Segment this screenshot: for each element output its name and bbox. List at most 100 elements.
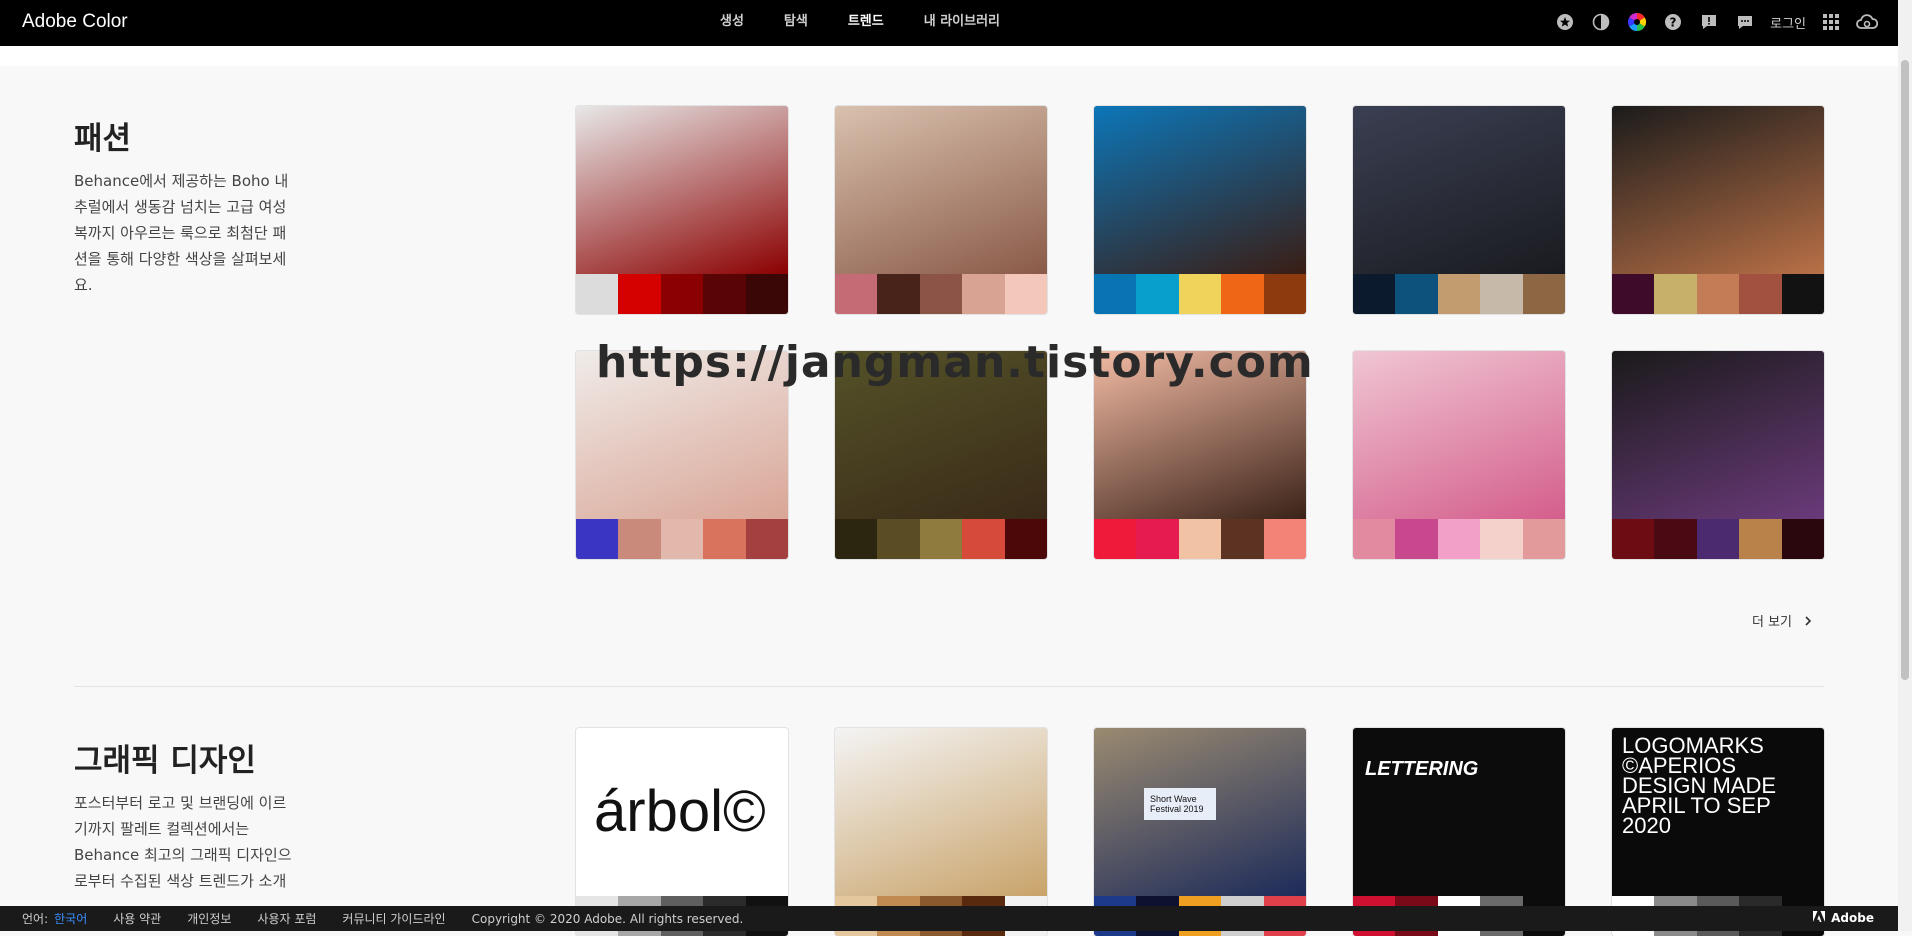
- page-scrollbar[interactable]: [1898, 0, 1912, 931]
- palette-image: [576, 106, 788, 274]
- contrast-icon[interactable]: [1590, 11, 1612, 33]
- more-link[interactable]: 더 보기: [1752, 611, 1812, 630]
- graphic-section-description: 포스터부터 로고 및 브랜딩에 이르기까지 팔레트 컬렉션에서는 Behance…: [74, 794, 292, 890]
- color-swatch[interactable]: [1522, 519, 1565, 559]
- color-swatch[interactable]: [1654, 519, 1697, 559]
- graphic-palette-card[interactable]: [835, 728, 1047, 936]
- color-swatch[interactable]: [1739, 519, 1782, 559]
- graphic-palette-card[interactable]: Short Wave Festival 2019: [1094, 728, 1306, 936]
- color-swatch[interactable]: [1781, 519, 1824, 559]
- color-swatch[interactable]: [919, 274, 963, 314]
- fashion-palette-card[interactable]: [1094, 106, 1306, 314]
- fashion-palette-card[interactable]: [835, 106, 1047, 314]
- language-selector[interactable]: 한국어: [54, 910, 87, 927]
- color-swatch[interactable]: [1136, 519, 1179, 559]
- swatch-row: [1612, 274, 1824, 314]
- color-swatch[interactable]: [1353, 274, 1396, 314]
- color-swatch[interactable]: [962, 274, 1005, 314]
- color-swatch[interactable]: [1437, 274, 1481, 314]
- graphic-palette-card[interactable]: LOGOMARKS ©APERIOS DESIGN MADE APRIL TO …: [1612, 728, 1824, 936]
- color-swatch[interactable]: [919, 519, 963, 559]
- watermark-text: https://jangman.tistory.com: [596, 337, 1314, 388]
- color-swatch[interactable]: [1263, 274, 1306, 314]
- star-icon[interactable]: [1554, 11, 1576, 33]
- nav-item-3[interactable]: 내 라이브러리: [904, 0, 1020, 46]
- color-swatch[interactable]: [1178, 519, 1222, 559]
- color-swatch[interactable]: [835, 274, 878, 314]
- color-wheel-icon[interactable]: [1626, 11, 1648, 33]
- footer-link-guidelines[interactable]: 커뮤니티 가이드라인: [342, 910, 445, 927]
- swatch-row: [576, 274, 788, 314]
- color-swatch[interactable]: [1437, 519, 1481, 559]
- color-swatch[interactable]: [1094, 519, 1137, 559]
- color-swatch[interactable]: [1522, 274, 1565, 314]
- color-swatch[interactable]: [1263, 519, 1306, 559]
- color-swatch[interactable]: [1781, 274, 1824, 314]
- help-icon[interactable]: ?: [1662, 11, 1684, 33]
- color-swatch[interactable]: [835, 519, 878, 559]
- fashion-palette-card[interactable]: [1353, 351, 1565, 559]
- main-nav: 생성 탐색 트렌드 내 라이브러리: [700, 0, 1020, 46]
- palette-image: [835, 728, 1047, 896]
- adobe-brand[interactable]: Adobe: [1813, 911, 1874, 925]
- color-swatch[interactable]: [1480, 274, 1523, 314]
- nav-item-2[interactable]: 트렌드: [828, 0, 904, 46]
- fashion-palette-card[interactable]: [576, 106, 788, 314]
- palette-image: [1612, 106, 1824, 274]
- color-swatch[interactable]: [1395, 274, 1438, 314]
- login-link[interactable]: 로그인: [1770, 13, 1806, 32]
- palette-image-text: Short Wave Festival 2019: [1144, 788, 1216, 820]
- color-swatch[interactable]: [877, 274, 920, 314]
- apps-icon[interactable]: [1820, 11, 1842, 33]
- color-swatch[interactable]: [1221, 274, 1264, 314]
- nav-item-0[interactable]: 생성: [700, 0, 764, 46]
- color-swatch[interactable]: [576, 274, 619, 314]
- fashion-palette-card[interactable]: [1612, 106, 1824, 314]
- scrollbar-thumb[interactable]: [1901, 60, 1909, 680]
- color-swatch[interactable]: [1612, 519, 1655, 559]
- color-swatch[interactable]: [1004, 274, 1047, 314]
- color-swatch[interactable]: [1480, 519, 1523, 559]
- color-swatch[interactable]: [1221, 519, 1264, 559]
- graphic-palette-card[interactable]: árbol©: [576, 728, 788, 936]
- color-swatch[interactable]: [660, 519, 704, 559]
- color-swatch[interactable]: [618, 519, 661, 559]
- palette-image-text: LOGOMARKS ©APERIOS DESIGN MADE APRIL TO …: [1622, 733, 1777, 838]
- color-swatch[interactable]: [703, 519, 746, 559]
- color-swatch[interactable]: [1696, 274, 1740, 314]
- adobe-logo-icon: [1813, 911, 1826, 925]
- color-swatch[interactable]: [1004, 519, 1047, 559]
- color-swatch[interactable]: [877, 519, 920, 559]
- color-swatch[interactable]: [1696, 519, 1740, 559]
- color-swatch[interactable]: [1353, 519, 1396, 559]
- app-title[interactable]: Adobe Color: [22, 11, 128, 33]
- graphic-palette-card[interactable]: LETTERING: [1353, 728, 1565, 936]
- footer-link-terms[interactable]: 사용 약관: [113, 910, 161, 927]
- palette-image-text: LETTERING: [1365, 758, 1479, 780]
- color-swatch[interactable]: [1094, 274, 1137, 314]
- creative-cloud-icon[interactable]: [1856, 11, 1878, 33]
- chat-icon[interactable]: [1734, 11, 1756, 33]
- color-swatch[interactable]: [745, 519, 788, 559]
- nav-item-1[interactable]: 탐색: [764, 0, 828, 46]
- color-swatch[interactable]: [660, 274, 704, 314]
- footer-link-forum[interactable]: 사용자 포럼: [257, 910, 316, 927]
- color-swatch[interactable]: [618, 274, 661, 314]
- color-swatch[interactable]: [1612, 274, 1655, 314]
- fashion-palette-card[interactable]: [1353, 106, 1565, 314]
- alert-icon[interactable]: [1698, 11, 1720, 33]
- color-swatch[interactable]: [745, 274, 788, 314]
- color-swatch[interactable]: [576, 519, 619, 559]
- color-swatch[interactable]: [1136, 274, 1179, 314]
- color-swatch[interactable]: [962, 519, 1005, 559]
- color-swatch[interactable]: [1178, 274, 1222, 314]
- color-swatch[interactable]: [1395, 519, 1438, 559]
- svg-text:?: ?: [1670, 16, 1677, 30]
- color-swatch[interactable]: [1654, 274, 1697, 314]
- swatch-row: [835, 519, 1047, 559]
- color-swatch[interactable]: [703, 274, 746, 314]
- color-swatch[interactable]: [1739, 274, 1782, 314]
- fashion-palette-card[interactable]: [1612, 351, 1824, 559]
- swatch-row: [1353, 519, 1565, 559]
- footer-link-privacy[interactable]: 개인정보: [187, 910, 231, 927]
